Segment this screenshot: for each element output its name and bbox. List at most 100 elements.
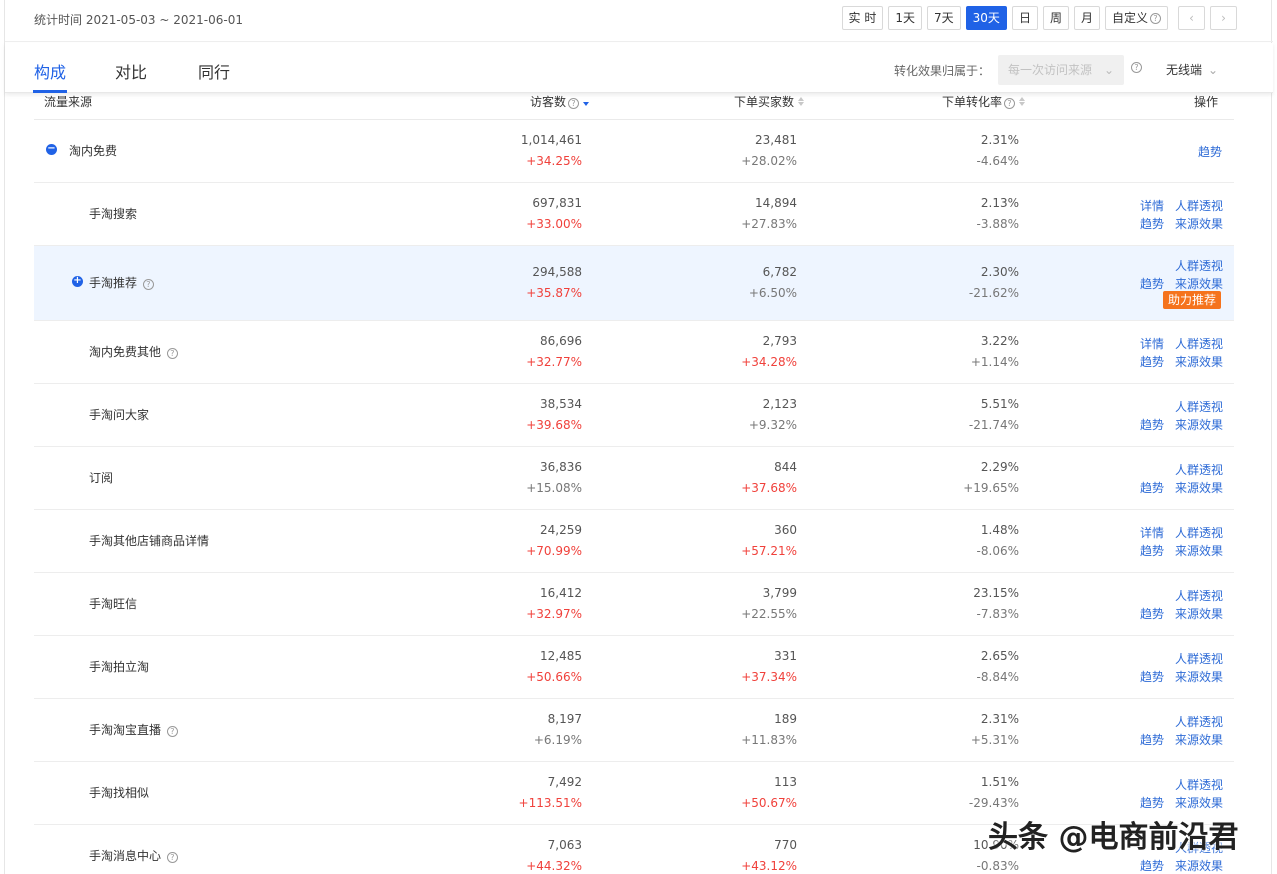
device-select[interactable]: 无线端 ⌄	[1166, 61, 1218, 78]
visitors-change: +34.25%	[526, 154, 582, 168]
source-effect-link[interactable]: 来源效果	[1175, 353, 1223, 370]
table-header: 流量来源 访客数? 下单买家数 下单转化率? 操作	[34, 93, 1234, 120]
buyers-value: 6,782	[762, 265, 797, 279]
conversion-value: 3.22%	[980, 334, 1019, 348]
crowd-insight-link[interactable]: 人群透视	[1175, 776, 1223, 793]
crowd-insight-link[interactable]: 人群透视	[1175, 335, 1223, 352]
detail-link[interactable]: 详情	[1140, 524, 1164, 541]
source-name: 手淘淘宝直播 ?	[89, 721, 178, 738]
help-icon: ?	[568, 98, 580, 109]
realtime-button[interactable]: 实 时	[841, 6, 884, 30]
trend-link[interactable]: 趋势	[1140, 542, 1164, 559]
conversion-change: +19.65%	[963, 481, 1019, 495]
visitors-value: 86,696	[540, 334, 582, 348]
visitors-value: 8,197	[547, 712, 582, 726]
detail-link[interactable]: 详情	[1140, 197, 1164, 214]
table-row: 手淘其他店铺商品详情 24,259 +70.99% 360 +57.21% 1.…	[34, 510, 1234, 573]
expand-icon[interactable]: +	[72, 276, 83, 287]
visitors-change: +50.66%	[526, 670, 582, 684]
trend-link[interactable]: 趋势	[1198, 143, 1222, 160]
table-row: 手淘问大家 38,534 +39.68% 2,123 +9.32% 5.51% …	[34, 384, 1234, 447]
one-day-button[interactable]: 1天	[888, 6, 923, 30]
source-effect-link[interactable]: 来源效果	[1175, 605, 1223, 622]
source-effect-link[interactable]: 来源效果	[1175, 668, 1223, 685]
tab-composition[interactable]: 构成	[34, 59, 66, 83]
thirty-day-button[interactable]: 30天	[965, 6, 1007, 30]
next-period-button[interactable]: ›	[1210, 6, 1237, 30]
source-effect-link[interactable]: 来源效果	[1175, 794, 1223, 811]
column-buyers-label: 下单买家数	[734, 95, 795, 109]
source-effect-link[interactable]: 来源效果	[1175, 857, 1223, 874]
trend-link[interactable]: 趋势	[1140, 479, 1164, 496]
detail-link[interactable]: 详情	[1140, 335, 1164, 352]
week-button[interactable]: 周	[1042, 6, 1069, 30]
help-icon[interactable]: ?	[1131, 62, 1142, 73]
crowd-insight-link[interactable]: 人群透视	[1175, 713, 1223, 730]
source-effect-link[interactable]: 来源效果	[1175, 542, 1223, 559]
tab-compare[interactable]: 对比	[115, 59, 147, 83]
visitors-change: +6.19%	[533, 733, 582, 747]
source-name: 手淘问大家	[89, 408, 150, 422]
source-effect-link[interactable]: 来源效果	[1175, 479, 1223, 496]
tab-peers[interactable]: 同行	[198, 59, 230, 83]
trend-link[interactable]: 趋势	[1140, 857, 1164, 874]
column-conversion-label: 下单转化率	[942, 95, 1003, 109]
crowd-insight-link[interactable]: 人群透视	[1175, 398, 1223, 415]
trend-link[interactable]: 趋势	[1140, 353, 1164, 370]
crowd-insight-link[interactable]: 人群透视	[1175, 524, 1223, 541]
table-row: 手淘拍立淘 12,485 +50.66% 331 +37.34% 2.65% -…	[34, 636, 1234, 699]
trend-link[interactable]: 趋势	[1140, 215, 1164, 232]
crowd-insight-link[interactable]: 人群透视	[1175, 461, 1223, 478]
source-effect-link[interactable]: 来源效果	[1175, 731, 1223, 748]
custom-range-label: 自定义	[1111, 11, 1148, 25]
column-action: 操作	[1194, 95, 1219, 109]
custom-range-button[interactable]: 自定义?	[1104, 6, 1168, 30]
source-effect-link[interactable]: 来源效果	[1175, 416, 1223, 433]
buyers-change: +34.28%	[741, 355, 797, 369]
buyers-change: +37.34%	[741, 670, 797, 684]
buyers-value: 770	[774, 838, 797, 852]
buyers-value: 189	[774, 712, 797, 726]
conversion-value: 5.51%	[980, 397, 1019, 411]
sort-icon[interactable]	[798, 97, 805, 106]
buyers-change: +28.02%	[741, 154, 797, 168]
trend-link[interactable]: 趋势	[1140, 731, 1164, 748]
column-buyers[interactable]: 下单买家数	[734, 93, 805, 110]
attribution-select[interactable]: 每一次访问来源 ⌄	[998, 55, 1124, 85]
trend-link[interactable]: 趋势	[1140, 275, 1164, 292]
top-bar: 统计时间 2021-05-03 ~ 2021-06-01 实 时 1天 7天 3…	[5, 0, 1273, 42]
trend-link[interactable]: 趋势	[1140, 416, 1164, 433]
day-button[interactable]: 日	[1011, 6, 1038, 30]
buyers-change: +22.55%	[741, 607, 797, 621]
prev-period-button[interactable]: ‹	[1178, 6, 1205, 30]
crowd-insight-link[interactable]: 人群透视	[1175, 197, 1223, 214]
buyers-value: 113	[774, 775, 797, 789]
buyers-change: +43.12%	[741, 859, 797, 873]
buyers-change: +50.67%	[741, 796, 797, 810]
buyers-value: 360	[774, 523, 797, 537]
crowd-insight-link[interactable]: 人群透视	[1175, 257, 1223, 274]
sort-icon[interactable]	[1019, 97, 1026, 106]
trend-link[interactable]: 趋势	[1140, 794, 1164, 811]
source-effect-link[interactable]: 来源效果	[1175, 215, 1223, 232]
visitors-value: 697,831	[532, 196, 582, 210]
conversion-value: 1.51%	[980, 775, 1019, 789]
help-icon: ?	[166, 852, 178, 863]
sort-desc-icon[interactable]	[583, 97, 590, 106]
crowd-insight-link[interactable]: 人群透视	[1175, 587, 1223, 604]
conversion-value: 2.29%	[980, 460, 1019, 474]
trend-link[interactable]: 趋势	[1140, 668, 1164, 685]
conversion-change: -7.83%	[976, 607, 1019, 621]
source-effect-link[interactable]: 来源效果	[1175, 275, 1223, 292]
column-conversion[interactable]: 下单转化率?	[942, 93, 1026, 110]
visitors-value: 7,492	[547, 775, 582, 789]
crowd-insight-link[interactable]: 人群透视	[1175, 650, 1223, 667]
month-button[interactable]: 月	[1073, 6, 1100, 30]
conversion-change: -21.62%	[968, 286, 1019, 300]
seven-day-button[interactable]: 7天	[927, 6, 961, 30]
trend-link[interactable]: 趋势	[1140, 605, 1164, 622]
boost-recommend-button[interactable]: 助力推荐	[1163, 291, 1222, 309]
column-visitors[interactable]: 访客数?	[530, 93, 590, 110]
collapse-icon[interactable]: −	[46, 144, 57, 155]
visitors-value: 36,836	[540, 460, 582, 474]
